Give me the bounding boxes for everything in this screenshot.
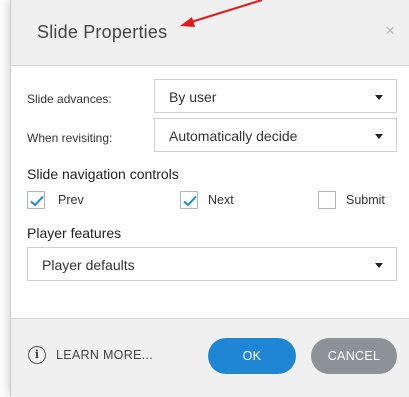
submit-checkbox[interactable] <box>318 191 336 209</box>
chevron-down-icon <box>375 95 383 100</box>
when-revisiting-value: Automatically decide <box>169 128 298 144</box>
info-icon: i <box>28 346 46 364</box>
navigation-controls-heading: Slide navigation controls <box>27 166 179 182</box>
prev-checkbox[interactable] <box>27 191 45 209</box>
close-icon[interactable]: × <box>385 21 395 41</box>
checkmark-icon <box>30 195 44 207</box>
slide-advances-value: By user <box>169 89 217 105</box>
next-checkbox[interactable] <box>180 191 198 209</box>
next-checkbox-label: Next <box>208 193 234 207</box>
when-revisiting-label: When revisiting: <box>27 131 113 145</box>
chevron-down-icon <box>375 263 383 268</box>
learn-more-label: LEARN MORE... <box>56 348 153 362</box>
slide-advances-select[interactable]: By user <box>154 79 397 113</box>
player-features-select[interactable]: Player defaults <box>27 247 397 281</box>
dialog-footer: i LEARN MORE... OK CANCEL <box>11 318 409 397</box>
when-revisiting-select[interactable]: Automatically decide <box>154 118 397 152</box>
checkmark-icon <box>183 195 197 207</box>
player-features-value: Player defaults <box>42 257 135 273</box>
cancel-button[interactable]: CANCEL <box>311 338 397 374</box>
player-features-heading: Player features <box>27 225 122 241</box>
ok-button[interactable]: OK <box>208 338 296 374</box>
chevron-down-icon <box>375 134 383 139</box>
prev-checkbox-label: Prev <box>58 193 84 207</box>
dialog-header: Slide Properties × <box>11 0 409 66</box>
slide-advances-label: Slide advances: <box>27 92 112 106</box>
dialog-title: Slide Properties <box>37 22 168 42</box>
slide-properties-dialog: Slide Properties × Slide advances: By us… <box>10 0 409 397</box>
submit-checkbox-label: Submit <box>346 193 385 207</box>
